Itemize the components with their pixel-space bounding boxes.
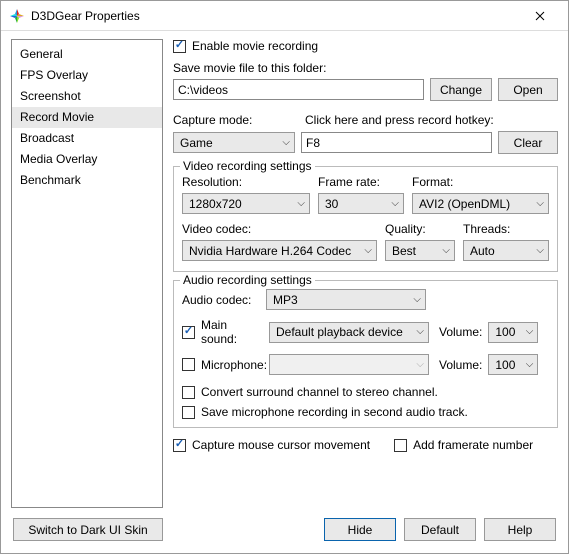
app-icon (9, 8, 25, 24)
mic-volume-label: Volume: (439, 358, 482, 372)
sidebar-item-fps-overlay[interactable]: FPS Overlay (12, 65, 162, 86)
audio-group-title: Audio recording settings (180, 273, 315, 287)
framerate-select[interactable]: 30 (318, 193, 404, 214)
microphone-checkbox[interactable] (182, 358, 195, 371)
resolution-select[interactable]: 1280x720 (182, 193, 310, 214)
sidebar-item-general[interactable]: General (12, 44, 162, 65)
main-sound-checkbox[interactable] (182, 326, 195, 339)
audio-settings-group: Audio recording settings Audio codec: MP… (173, 280, 558, 428)
sidebar-item-screenshot[interactable]: Screenshot (12, 86, 162, 107)
quality-label: Quality: (385, 222, 455, 236)
sidebar-item-record-movie[interactable]: Record Movie (12, 107, 162, 128)
capture-mode-select[interactable]: Game (173, 132, 295, 153)
change-button[interactable]: Change (430, 78, 492, 101)
open-button[interactable]: Open (498, 78, 558, 101)
main-volume-select[interactable]: 100 (488, 322, 538, 343)
default-button[interactable]: Default (404, 518, 476, 541)
save-folder-label: Save movie file to this folder: (173, 61, 558, 75)
category-list: General FPS Overlay Screenshot Record Mo… (11, 39, 163, 508)
properties-window: D3DGear Properties General FPS Overlay S… (0, 0, 569, 554)
enable-recording-checkbox[interactable] (173, 40, 186, 53)
sidebar-item-broadcast[interactable]: Broadcast (12, 128, 162, 149)
format-label: Format: (412, 175, 549, 189)
save-mic-track-checkbox[interactable] (182, 406, 195, 419)
video-settings-group: Video recording settings Resolution: Fra… (173, 166, 558, 272)
codec-label: Video codec: (182, 222, 377, 236)
audio-codec-select[interactable]: MP3 (266, 289, 426, 310)
microphone-label: Microphone: (201, 358, 263, 372)
audio-codec-label: Audio codec: (182, 293, 260, 307)
threads-select[interactable]: Auto (463, 240, 549, 261)
capture-cursor-label: Capture mouse cursor movement (192, 438, 370, 452)
enable-recording-label: Enable movie recording (192, 39, 318, 53)
microphone-select[interactable] (269, 354, 429, 375)
capture-mode-label: Capture mode: (173, 113, 301, 127)
sidebar-item-benchmark[interactable]: Benchmark (12, 170, 162, 191)
save-mic-track-label: Save microphone recording in second audi… (201, 405, 468, 419)
window-title: D3DGear Properties (31, 9, 520, 23)
hide-button[interactable]: Hide (324, 518, 396, 541)
convert-surround-checkbox[interactable] (182, 386, 195, 399)
capture-cursor-checkbox[interactable] (173, 439, 186, 452)
add-framerate-checkbox[interactable] (394, 439, 407, 452)
resolution-label: Resolution: (182, 175, 310, 189)
mic-volume-select[interactable]: 100 (488, 354, 538, 375)
titlebar: D3DGear Properties (1, 1, 568, 31)
codec-select[interactable]: Nvidia Hardware H.264 Codec (182, 240, 377, 261)
clear-button[interactable]: Clear (498, 131, 558, 154)
video-group-title: Video recording settings (180, 159, 315, 173)
main-volume-label: Volume: (439, 325, 482, 339)
main-sound-label: Main sound: (201, 318, 263, 346)
close-button[interactable] (520, 1, 560, 31)
main-sound-select[interactable]: Default playback device (269, 322, 429, 343)
hotkey-label: Click here and press record hotkey: (305, 113, 558, 127)
footer: Switch to Dark UI Skin Hide Default Help (1, 512, 568, 553)
save-folder-input[interactable] (173, 79, 424, 100)
main-panel: Enable movie recording Save movie file t… (173, 39, 558, 508)
add-framerate-label: Add framerate number (413, 438, 533, 452)
threads-label: Threads: (463, 222, 549, 236)
hotkey-input[interactable] (301, 132, 492, 153)
quality-select[interactable]: Best (385, 240, 455, 261)
help-button[interactable]: Help (484, 518, 556, 541)
framerate-label: Frame rate: (318, 175, 404, 189)
convert-surround-label: Convert surround channel to stereo chann… (201, 385, 438, 399)
sidebar-item-media-overlay[interactable]: Media Overlay (12, 149, 162, 170)
switch-skin-button[interactable]: Switch to Dark UI Skin (13, 518, 163, 541)
format-select[interactable]: AVI2 (OpenDML) (412, 193, 549, 214)
